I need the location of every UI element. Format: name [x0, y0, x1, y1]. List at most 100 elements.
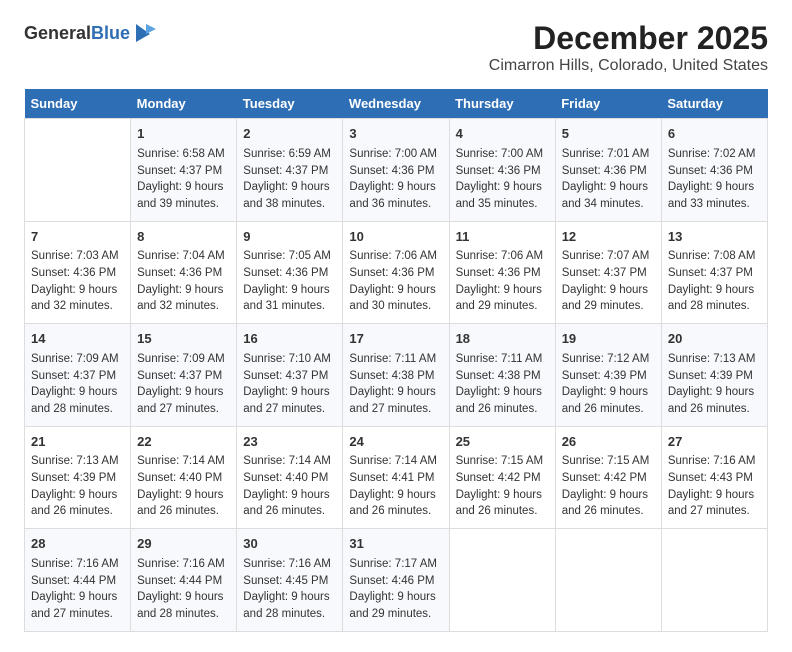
sunset-text: Sunset: 4:39 PM — [562, 368, 655, 385]
day-number: 23 — [243, 433, 336, 452]
day-number: 18 — [456, 330, 549, 349]
daylight-text: Daylight: 9 hours and 26 minutes. — [562, 487, 655, 520]
calendar-cell: 4Sunrise: 7:00 AMSunset: 4:36 PMDaylight… — [449, 119, 555, 222]
sunset-text: Sunset: 4:37 PM — [137, 163, 230, 180]
day-number: 31 — [349, 535, 442, 554]
week-row-5: 28Sunrise: 7:16 AMSunset: 4:44 PMDayligh… — [25, 529, 768, 632]
day-number: 4 — [456, 125, 549, 144]
daylight-text: Daylight: 9 hours and 31 minutes. — [243, 282, 336, 315]
main-title: December 2025 — [489, 20, 768, 57]
sunrise-text: Sunrise: 7:07 AM — [562, 248, 655, 265]
daylight-text: Daylight: 9 hours and 32 minutes. — [31, 282, 124, 315]
calendar-cell: 18Sunrise: 7:11 AMSunset: 4:38 PMDayligh… — [449, 324, 555, 427]
sunrise-text: Sunrise: 7:15 AM — [456, 453, 549, 470]
day-number: 9 — [243, 228, 336, 247]
calendar-cell: 2Sunrise: 6:59 AMSunset: 4:37 PMDaylight… — [237, 119, 343, 222]
sunset-text: Sunset: 4:37 PM — [562, 265, 655, 282]
daylight-text: Daylight: 9 hours and 34 minutes. — [562, 179, 655, 212]
calendar-cell: 27Sunrise: 7:16 AMSunset: 4:43 PMDayligh… — [661, 426, 767, 529]
daylight-text: Daylight: 9 hours and 27 minutes. — [349, 384, 442, 417]
sunset-text: Sunset: 4:36 PM — [668, 163, 761, 180]
sunrise-text: Sunrise: 7:15 AM — [562, 453, 655, 470]
daylight-text: Daylight: 9 hours and 26 minutes. — [456, 384, 549, 417]
sunset-text: Sunset: 4:36 PM — [562, 163, 655, 180]
sunrise-text: Sunrise: 7:09 AM — [31, 351, 124, 368]
day-number: 19 — [562, 330, 655, 349]
daylight-text: Daylight: 9 hours and 26 minutes. — [562, 384, 655, 417]
day-number: 8 — [137, 228, 230, 247]
day-number: 24 — [349, 433, 442, 452]
day-number: 21 — [31, 433, 124, 452]
calendar-cell: 26Sunrise: 7:15 AMSunset: 4:42 PMDayligh… — [555, 426, 661, 529]
day-number: 30 — [243, 535, 336, 554]
daylight-text: Daylight: 9 hours and 29 minutes. — [562, 282, 655, 315]
sunset-text: Sunset: 4:36 PM — [349, 163, 442, 180]
day-number: 22 — [137, 433, 230, 452]
day-number: 17 — [349, 330, 442, 349]
logo: GeneralBlue — [24, 20, 160, 48]
daylight-text: Daylight: 9 hours and 36 minutes. — [349, 179, 442, 212]
sunset-text: Sunset: 4:36 PM — [137, 265, 230, 282]
daylight-text: Daylight: 9 hours and 28 minutes. — [243, 589, 336, 622]
calendar-cell: 29 Sunrise: 7:16 AMSunset: 4:44 PMDayligh… — [131, 529, 237, 632]
calendar-cell: 25Sunrise: 7:15 AMSunset: 4:42 PMDayligh… — [449, 426, 555, 529]
header-wednesday: Wednesday — [343, 89, 449, 119]
calendar-cell: 31Sunrise: 7:17 AMSunset: 4:46 PMDayligh… — [343, 529, 449, 632]
sunrise-text: Sunrise: 7:08 AM — [668, 248, 761, 265]
sunset-text: Sunset: 4:46 PM — [349, 573, 442, 590]
sunrise-text: Sunrise: 7:16 AM — [137, 556, 230, 573]
day-number: 14 — [31, 330, 124, 349]
calendar-header-row: SundayMondayTuesdayWednesdayThursdayFrid… — [25, 89, 768, 119]
daylight-text: Daylight: 9 hours and 39 minutes. — [137, 179, 230, 212]
sunrise-text: Sunrise: 7:05 AM — [243, 248, 336, 265]
calendar-cell: 15Sunrise: 7:09 AMSunset: 4:37 PMDayligh… — [131, 324, 237, 427]
sunset-text: Sunset: 4:36 PM — [456, 163, 549, 180]
day-number: 27 — [668, 433, 761, 452]
day-number: 26 — [562, 433, 655, 452]
daylight-text: Daylight: 9 hours and 28 minutes. — [137, 589, 230, 622]
header-tuesday: Tuesday — [237, 89, 343, 119]
calendar-cell: 28Sunrise: 7:16 AMSunset: 4:44 PMDayligh… — [25, 529, 131, 632]
sunrise-text: Sunrise: 6:59 AM — [243, 146, 336, 163]
sunrise-text: Sunrise: 7:12 AM — [562, 351, 655, 368]
sunrise-text: Sunrise: 7:11 AM — [349, 351, 442, 368]
day-number: 10 — [349, 228, 442, 247]
sunset-text: Sunset: 4:39 PM — [668, 368, 761, 385]
header-sunday: Sunday — [25, 89, 131, 119]
subtitle: Cimarron Hills, Colorado, United States — [489, 57, 768, 75]
sunrise-text: Sunrise: 7:04 AM — [137, 248, 230, 265]
day-number: 28 — [31, 535, 124, 554]
calendar-cell: 23Sunrise: 7:14 AMSunset: 4:40 PMDayligh… — [237, 426, 343, 529]
sunset-text: Sunset: 4:43 PM — [668, 470, 761, 487]
sunrise-text: Sunrise: 7:01 AM — [562, 146, 655, 163]
daylight-text: Daylight: 9 hours and 32 minutes. — [137, 282, 230, 315]
sunrise-text: Sunrise: 7:16 AM — [243, 556, 336, 573]
calendar-cell: 5Sunrise: 7:01 AMSunset: 4:36 PMDaylight… — [555, 119, 661, 222]
sunrise-text: Sunrise: 7:13 AM — [31, 453, 124, 470]
calendar-cell: 8Sunrise: 7:04 AMSunset: 4:36 PMDaylight… — [131, 221, 237, 324]
daylight-text: Daylight: 9 hours and 26 minutes. — [31, 487, 124, 520]
day-number: 15 — [137, 330, 230, 349]
sunrise-text: Sunrise: 7:13 AM — [668, 351, 761, 368]
daylight-text: Daylight: 9 hours and 26 minutes. — [243, 487, 336, 520]
daylight-text: Daylight: 9 hours and 26 minutes. — [137, 487, 230, 520]
sunset-text: Sunset: 4:36 PM — [456, 265, 549, 282]
day-number: 13 — [668, 228, 761, 247]
day-number: 29 — [137, 535, 230, 554]
sunrise-text: Sunrise: 7:06 AM — [456, 248, 549, 265]
sunset-text: Sunset: 4:41 PM — [349, 470, 442, 487]
daylight-text: Daylight: 9 hours and 28 minutes. — [668, 282, 761, 315]
calendar-cell — [661, 529, 767, 632]
daylight-text: Daylight: 9 hours and 29 minutes. — [349, 589, 442, 622]
calendar-cell: 13Sunrise: 7:08 AMSunset: 4:37 PMDayligh… — [661, 221, 767, 324]
calendar-cell: 17Sunrise: 7:11 AMSunset: 4:38 PMDayligh… — [343, 324, 449, 427]
logo-icon — [132, 20, 160, 48]
day-number: 25 — [456, 433, 549, 452]
sunrise-text: Sunrise: 7:06 AM — [349, 248, 442, 265]
daylight-text: Daylight: 9 hours and 27 minutes. — [668, 487, 761, 520]
day-number: 6 — [668, 125, 761, 144]
calendar-cell: 16Sunrise: 7:10 AMSunset: 4:37 PMDayligh… — [237, 324, 343, 427]
sunset-text: Sunset: 4:44 PM — [137, 573, 230, 590]
calendar-cell: 9Sunrise: 7:05 AMSunset: 4:36 PMDaylight… — [237, 221, 343, 324]
sunset-text: Sunset: 4:45 PM — [243, 573, 336, 590]
